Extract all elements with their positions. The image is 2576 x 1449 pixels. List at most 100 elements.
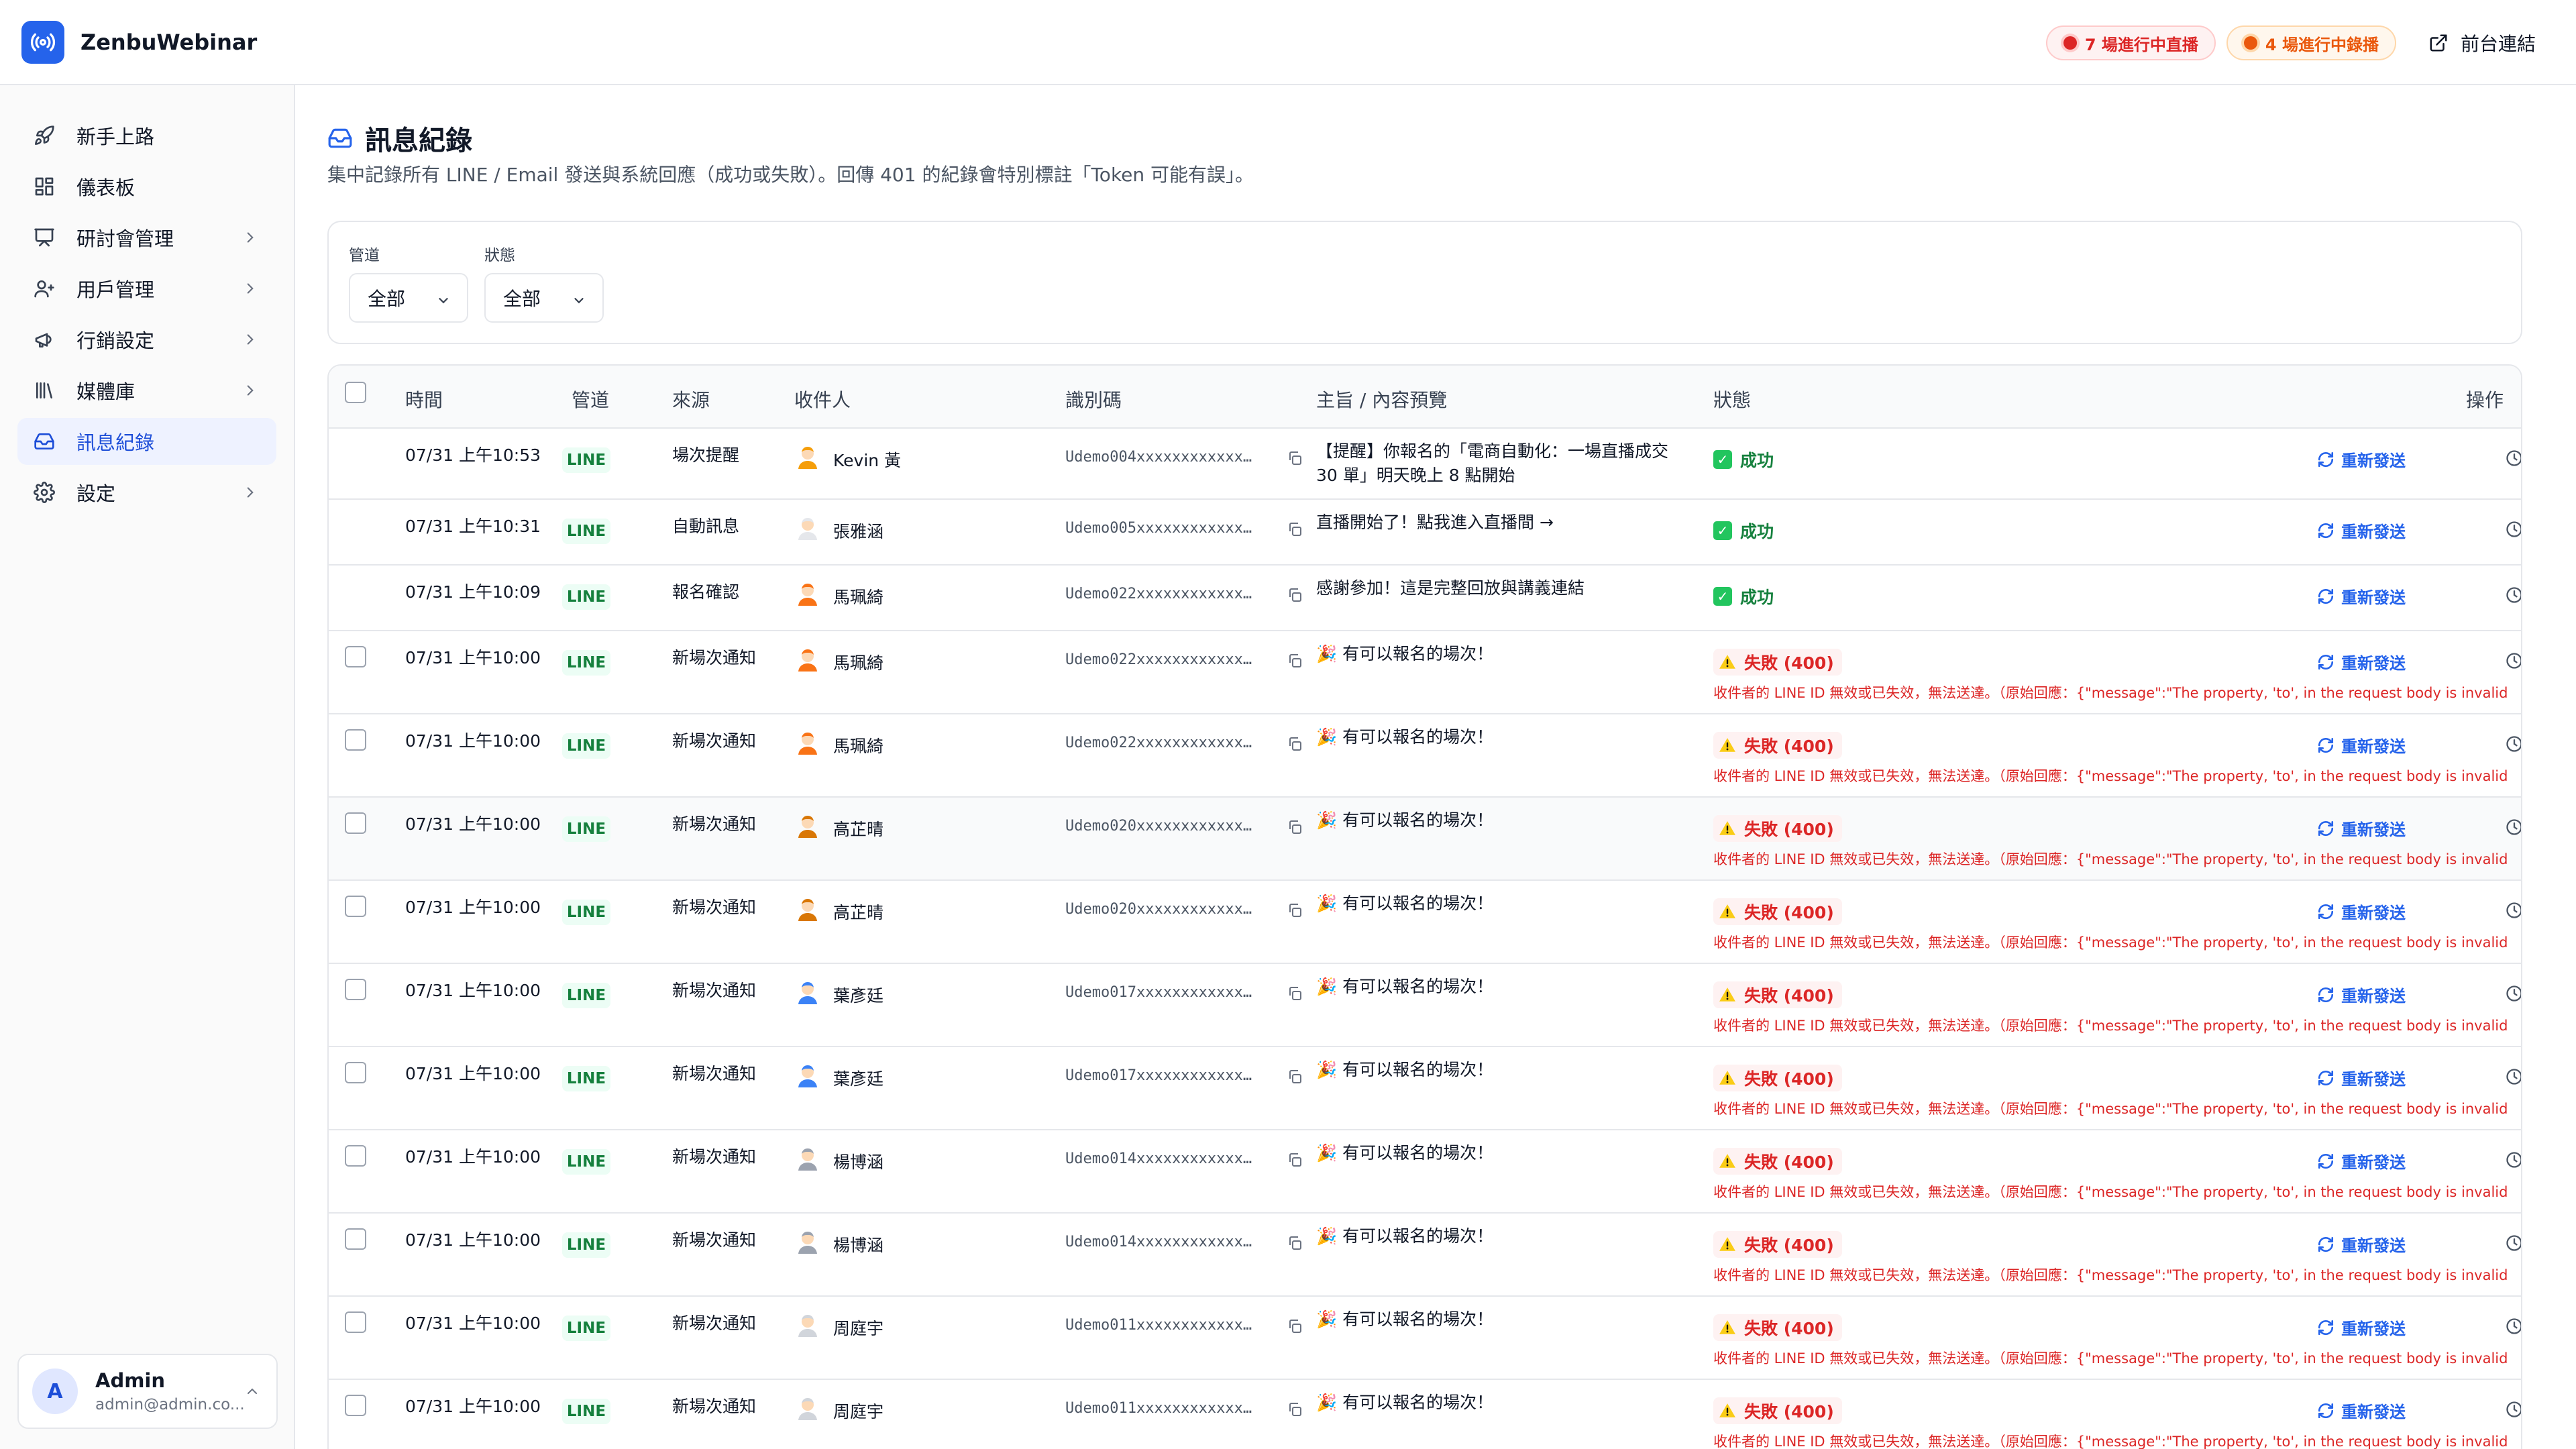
main-content: 訊息紀錄 集中記錄所有 LINE / Email 發送與系統回應（成功或失敗）。… [297,85,2576,1449]
replay-webinars-badge[interactable]: 4 場進行中錄播 [2226,25,2396,60]
time-cell: 07/31 上午10:00 [405,1147,541,1167]
row-checkbox[interactable] [345,1311,366,1333]
column-header-source[interactable]: 來源 [672,386,710,413]
warning-icon [1719,1237,1735,1251]
recipient-name: 馬珮綺 [833,737,884,756]
resend-button[interactable]: 重新發送 [2317,519,2406,542]
table-row[interactable]: 07/31 上午10:00 LINE 新場次通知 馬珮綺 Udemo022xxxxxxx… [329,714,2521,798]
copy-icon[interactable] [1287,1318,1303,1334]
table-row[interactable]: 07/31 上午10:00 LINE 新場次通知 葉彥廷 Udemo017xxxxxxx… [329,964,2521,1047]
status-select[interactable]: 全部 [484,273,604,323]
sidebar-item-media-library[interactable]: 媒體庫 [17,367,276,414]
sidebar-item-webinar-management[interactable]: 研討會管理 [17,214,276,261]
table-row[interactable]: 07/31 上午10:09 LINE 報名確認 馬珮綺 Udemo022xxxxxxxx… [329,566,2521,631]
channel-select[interactable]: 全部 [349,273,468,323]
history-clock-icon[interactable] [2505,449,2522,468]
history-clock-icon[interactable] [2505,1234,2522,1252]
copy-icon[interactable] [1287,1401,1303,1417]
copy-icon[interactable] [1287,736,1303,752]
user-menu-button[interactable]: A Admin admin@admin.co... [17,1354,278,1429]
row-checkbox[interactable] [345,896,366,917]
chevron-down-icon [574,298,584,304]
sidebar-item-user-management[interactable]: 用戶管理 [17,265,276,312]
sidebar-item-dashboard[interactable]: 儀表板 [17,163,276,210]
refresh-icon [2318,523,2334,538]
channel-badge: LINE [562,447,610,473]
copy-icon[interactable] [1287,450,1303,466]
history-clock-icon[interactable] [2505,651,2522,670]
copy-icon[interactable] [1287,819,1303,835]
table-row[interactable]: 07/31 上午10:31 LINE 自動訊息 張雅涵 Udemo005xxxxxxxx… [329,500,2521,566]
sidebar-item-settings[interactable]: 設定 [17,469,276,516]
copy-icon[interactable] [1287,521,1303,537]
table-row[interactable]: 07/31 上午10:00 LINE 新場次通知 高芷晴 Udemo020xxxxxxx… [329,798,2521,881]
row-checkbox[interactable] [345,1145,366,1167]
history-clock-icon[interactable] [2505,1400,2522,1419]
sidebar-item-getting-started[interactable]: 新手上路 [17,112,276,159]
table-row[interactable]: 07/31 上午10:00 LINE 新場次通知 楊博涵 Udemo014xxxxxxx… [329,1214,2521,1297]
history-clock-icon[interactable] [2505,735,2522,753]
copy-icon[interactable] [1287,1152,1303,1168]
column-header-recipient[interactable]: 收件人 [794,386,851,413]
table-row[interactable]: 07/31 上午10:00 LINE 新場次通知 周庭宇 Udemo011xxxxxxx… [329,1297,2521,1380]
resend-button[interactable]: 重新發送 [2317,816,2406,840]
resend-button[interactable]: 重新發送 [2317,650,2406,674]
history-clock-icon[interactable] [2505,520,2522,539]
select-all-checkbox[interactable] [345,382,366,403]
row-checkbox[interactable] [345,979,366,1000]
history-clock-icon[interactable] [2505,1150,2522,1169]
resend-button[interactable]: 重新發送 [2317,1149,2406,1173]
resend-button[interactable]: 重新發送 [2317,1066,2406,1089]
time-cell: 07/31 上午10:00 [405,1230,541,1250]
resend-button[interactable]: 重新發送 [2317,1399,2406,1422]
row-checkbox[interactable] [345,1228,366,1250]
sidebar-item-message-logs[interactable]: 訊息紀錄 [17,418,276,465]
identifier-cell: Udemo004xxxxxxxxxxxx… [1065,449,1252,466]
copy-icon[interactable] [1287,985,1303,1002]
history-clock-icon[interactable] [2505,586,2522,604]
history-clock-icon[interactable] [2505,901,2522,920]
row-checkbox[interactable] [345,729,366,751]
recipient-name: 楊博涵 [833,1236,884,1255]
column-header-time[interactable]: 時間 [405,386,443,413]
history-clock-icon[interactable] [2505,818,2522,837]
table-row[interactable]: 07/31 上午10:00 LINE 新場次通知 葉彥廷 Udemo017xxxxxxx… [329,1047,2521,1130]
table-row[interactable]: 07/31 上午10:00 LINE 新場次通知 馬珮綺 Udemo022xxxxxxx… [329,631,2521,714]
row-checkbox[interactable] [345,812,366,834]
copy-icon[interactable] [1287,1069,1303,1085]
history-clock-icon[interactable] [2505,984,2522,1003]
front-link-button[interactable]: 前台連結 [2428,30,2536,56]
resend-button[interactable]: 重新發送 [2317,733,2406,757]
resend-button[interactable]: 重新發送 [2317,900,2406,923]
sidebar-item-marketing[interactable]: 行銷設定 [17,316,276,363]
resend-label: 重新發送 [2341,523,2406,541]
row-checkbox[interactable] [345,1395,366,1416]
table-row[interactable]: 07/31 上午10:53 LINE 場次提醒 Kevin 黃 Udemo004xxxx… [329,429,2521,500]
resend-button[interactable]: 重新發送 [2317,447,2406,471]
column-header-channel[interactable]: 管道 [572,386,609,413]
copy-icon[interactable] [1287,1235,1303,1251]
row-checkbox[interactable] [345,646,366,667]
recipient-avatar-icon [798,1148,817,1171]
column-header-subject[interactable]: 主旨 / 內容預覽 [1316,386,1447,413]
subject-line: 直播開始了！點我進入直播間 → [1316,513,1554,532]
resend-button[interactable]: 重新發送 [2317,983,2406,1006]
row-checkbox[interactable] [345,1062,366,1083]
live-webinars-badge[interactable]: 7 場進行中直播 [2045,25,2216,60]
user-email: admin@admin.co... [95,1396,245,1413]
copy-icon[interactable] [1287,653,1303,669]
resend-button[interactable]: 重新發送 [2317,1232,2406,1256]
column-header-identifier[interactable]: 識別碼 [1065,386,1122,413]
resend-button[interactable]: 重新發送 [2317,1316,2406,1339]
brand[interactable]: ZenbuWebinar [21,20,257,64]
subject-line: 🎉 有可以報名的場次！ [1316,1309,1494,1329]
table-row[interactable]: 07/31 上午10:00 LINE 新場次通知 楊博涵 Udemo014xxxxxxx… [329,1130,2521,1214]
history-clock-icon[interactable] [2505,1067,2522,1086]
copy-icon[interactable] [1287,902,1303,918]
column-header-status[interactable]: 狀態 [1713,386,1751,413]
table-row[interactable]: 07/31 上午10:00 LINE 新場次通知 周庭宇 Udemo011xxxxxxx… [329,1380,2521,1449]
table-row[interactable]: 07/31 上午10:00 LINE 新場次通知 高芷晴 Udemo020xxxxxxx… [329,881,2521,964]
history-clock-icon[interactable] [2505,1317,2522,1336]
copy-icon[interactable] [1287,587,1303,603]
resend-button[interactable]: 重新發送 [2317,584,2406,608]
